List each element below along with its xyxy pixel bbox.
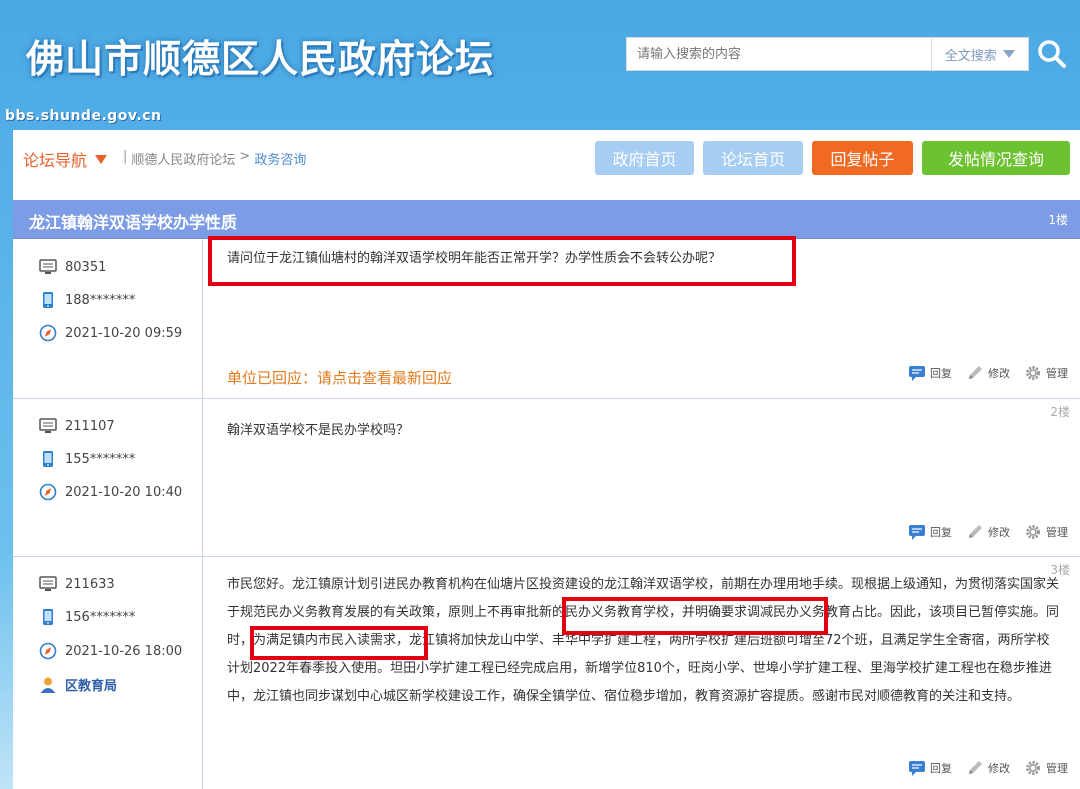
user-id: 80351 bbox=[65, 259, 107, 275]
compass-icon bbox=[39, 324, 57, 342]
user-id-row: 80351 bbox=[39, 258, 106, 276]
phone-row: 188******* bbox=[39, 291, 135, 309]
gov-home-button[interactable]: 政府首页 bbox=[595, 141, 694, 175]
phone-icon bbox=[43, 609, 53, 625]
edit-action[interactable]: 修改 bbox=[966, 523, 1010, 541]
pencil-icon bbox=[969, 525, 982, 538]
reply-action[interactable]: 回复 bbox=[908, 364, 952, 382]
thread-title: 龙江镇翰洋双语学校办学性质 bbox=[29, 213, 238, 232]
post-time: 2021-10-26 18:00 bbox=[65, 643, 183, 659]
org-row: 区教育局 bbox=[39, 675, 117, 694]
monitor-icon bbox=[39, 576, 57, 591]
manage-action[interactable]: 管理 bbox=[1024, 364, 1068, 382]
comment-icon bbox=[909, 525, 925, 540]
breadcrumb: | 顺德人民政府论坛 > 政务咨询 bbox=[123, 149, 307, 168]
post-time: 2021-10-20 10:40 bbox=[65, 484, 183, 500]
user-id-row: 211107 bbox=[39, 417, 115, 435]
post-query-button[interactable]: 发帖情况查询 bbox=[922, 141, 1070, 175]
post-content: 翰洋双语学校不是民办学校吗？ bbox=[227, 417, 1060, 445]
post-2: 211107 155******* 2021-10-20 10:40 2楼 翰洋… bbox=[13, 399, 1080, 557]
post-author-info: 211107 155******* 2021-10-20 10:40 bbox=[13, 399, 203, 556]
site-title: 佛山市顺德区人民政府论坛 bbox=[26, 37, 495, 81]
user-phone: 188******* bbox=[65, 292, 136, 308]
forum-nav-label: 论坛导航 bbox=[23, 151, 88, 170]
gear-icon bbox=[1026, 525, 1040, 539]
site-url: bbs.shunde.gov.cn bbox=[5, 108, 162, 124]
pencil-icon bbox=[969, 366, 982, 379]
post-actions: 回复 修改 管理 bbox=[908, 759, 1068, 777]
compass-icon bbox=[39, 483, 57, 501]
monitor-icon bbox=[39, 418, 57, 433]
compass-icon bbox=[39, 642, 57, 660]
post-actions: 回复 修改 管理 bbox=[908, 364, 1068, 382]
manage-action[interactable]: 管理 bbox=[1024, 523, 1068, 541]
post-text: 请问位于龙江镇仙塘村的翰洋双语学校明年能否正常开学？办学性质会不会转公办呢？ bbox=[227, 251, 722, 266]
reply-post-button[interactable]: 回复帖子 bbox=[812, 141, 913, 175]
thread-title-bar: 龙江镇翰洋双语学校办学性质 1楼 bbox=[13, 200, 1080, 239]
post-text: 翰洋双语学校不是民办学校吗？ bbox=[227, 423, 410, 438]
nav-bar: 论坛导航 | 顺德人民政府论坛 > 政务咨询 政府首页 论坛首页 回复帖子 发帖… bbox=[13, 130, 1080, 200]
search-input[interactable] bbox=[627, 38, 931, 70]
search-icon bbox=[1038, 40, 1066, 68]
user-id: 211107 bbox=[65, 418, 115, 434]
user-phone: 156******* bbox=[65, 609, 136, 625]
time-row: 2021-10-26 18:00 bbox=[39, 642, 182, 660]
forum-home-button[interactable]: 论坛首页 bbox=[703, 141, 803, 175]
time-row: 2021-10-20 09:59 bbox=[39, 324, 182, 342]
search-type-label: 全文搜索 bbox=[944, 48, 997, 64]
time-row: 2021-10-20 10:40 bbox=[39, 483, 182, 501]
official-response-link[interactable]: 单位已回应：请点击查看最新回应 bbox=[227, 367, 452, 388]
manage-action[interactable]: 管理 bbox=[1024, 759, 1068, 777]
search-type-select[interactable]: 全文搜索 bbox=[930, 38, 1029, 70]
edit-action[interactable]: 修改 bbox=[966, 759, 1010, 777]
post-content: 市民您好。龙江镇原计划引进民办教育机构在仙塘片区投资建设的龙江翰洋双语学校，前期… bbox=[227, 571, 1060, 711]
user-id-row: 211633 bbox=[39, 575, 115, 593]
reply-action[interactable]: 回复 bbox=[908, 759, 952, 777]
forum-nav-menu[interactable]: 论坛导航 bbox=[23, 147, 108, 171]
org-name: 区教育局 bbox=[65, 679, 118, 694]
site-header: 佛山市顺德区人民政府论坛 bbs.shunde.gov.cn 全文搜索 bbox=[0, 0, 1080, 130]
phone-row: 155******* bbox=[39, 450, 135, 468]
post-3: 211633 156******* 2021-10-26 18:00 区教育局 … bbox=[13, 557, 1080, 789]
chevron-down-icon bbox=[1002, 50, 1015, 58]
post-actions: 回复 修改 管理 bbox=[908, 523, 1068, 541]
caret-down-icon bbox=[95, 154, 108, 164]
post-author-info: 211633 156******* 2021-10-26 18:00 区教育局 bbox=[13, 557, 203, 789]
post-text: 市民您好。龙江镇原计划引进民办教育机构在仙塘片区投资建设的龙江翰洋双语学校，前期… bbox=[227, 577, 1060, 704]
phone-icon bbox=[43, 451, 53, 467]
phone-row: 156******* bbox=[39, 608, 135, 626]
breadcrumb-forum[interactable]: 顺德人民政府论坛 bbox=[131, 149, 235, 168]
search-box: 全文搜索 bbox=[626, 37, 1029, 71]
floor-number: 1楼 bbox=[1048, 213, 1068, 227]
phone-icon bbox=[43, 292, 53, 308]
user-id: 211633 bbox=[65, 576, 115, 592]
post-1: 80351 188******* 2021-10-20 09:59 请问位于龙江… bbox=[13, 239, 1080, 399]
search-button[interactable] bbox=[1036, 38, 1068, 70]
post-time: 2021-10-20 09:59 bbox=[65, 325, 183, 341]
post-content: 请问位于龙江镇仙塘村的翰洋双语学校明年能否正常开学？办学性质会不会转公办呢？ bbox=[227, 245, 1060, 273]
comment-icon bbox=[909, 761, 925, 776]
edit-action[interactable]: 修改 bbox=[966, 364, 1010, 382]
reply-action[interactable]: 回复 bbox=[908, 523, 952, 541]
gear-icon bbox=[1026, 761, 1040, 775]
post-author-info: 80351 188******* 2021-10-20 09:59 bbox=[13, 239, 203, 398]
main-panel: 论坛导航 | 顺德人民政府论坛 > 政务咨询 政府首页 论坛首页 回复帖子 发帖… bbox=[13, 130, 1080, 789]
pencil-icon bbox=[969, 761, 982, 774]
gear-icon bbox=[1026, 366, 1040, 380]
comment-icon bbox=[909, 366, 925, 381]
breadcrumb-current[interactable]: 政务咨询 bbox=[254, 149, 306, 168]
person-icon bbox=[40, 677, 56, 693]
user-phone: 155******* bbox=[65, 451, 136, 467]
monitor-icon bbox=[39, 259, 57, 274]
